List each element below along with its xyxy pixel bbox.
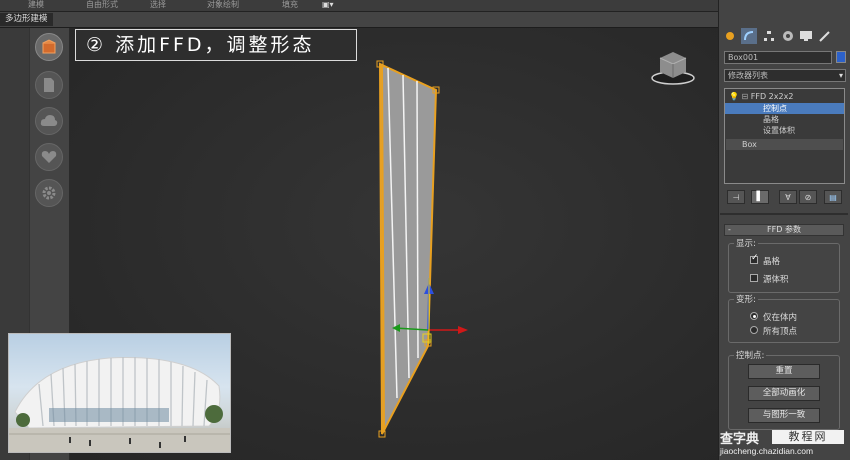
show-end-result-icon[interactable]: ▌	[751, 190, 769, 204]
motion-icon[interactable]	[780, 28, 796, 44]
heart-icon[interactable]	[35, 143, 63, 171]
ffd-panel-object[interactable]	[376, 60, 440, 438]
display-group-title: 显示:	[734, 237, 758, 249]
control-points-group-title: 控制点:	[734, 349, 767, 361]
reset-button[interactable]: 重置	[748, 364, 820, 379]
lightbulb-icon[interactable]: 💡	[729, 92, 739, 101]
rollout-title: FFD 参数	[767, 225, 801, 234]
tab-selection[interactable]: 选择	[150, 0, 166, 9]
inside-volume-label: 仅在体内	[763, 313, 798, 323]
pin-stack-icon[interactable]: ⊣	[727, 190, 745, 204]
display-group	[728, 243, 840, 293]
lattice-label: 晶格	[763, 257, 781, 267]
tab-freeform[interactable]: 自由形式	[86, 0, 118, 9]
viewcube-icon[interactable]	[651, 52, 695, 85]
stadium-reference-photo	[8, 333, 231, 453]
all-vertices-label: 所有顶点	[763, 327, 798, 337]
collapse-icon[interactable]: ⊟	[742, 92, 749, 101]
make-unique-icon[interactable]: ∀	[779, 190, 797, 204]
lattice-checkbox[interactable]: ✓	[750, 253, 759, 264]
collapse-rollout-icon: -	[728, 225, 731, 234]
conform-to-shape-button[interactable]: 与图形一致	[748, 408, 820, 423]
stack-item-control-points[interactable]: 控制点	[725, 103, 844, 114]
display-icon[interactable]	[798, 28, 814, 44]
polygon-modeling-label[interactable]: 多边形建模	[0, 13, 53, 26]
tab-populate[interactable]: 填充	[282, 0, 298, 9]
source-volume-checkbox[interactable]	[750, 274, 758, 282]
all-vertices-radio[interactable]	[750, 326, 758, 334]
teapot-icon[interactable]	[35, 33, 63, 61]
stack-item-box[interactable]: Box	[726, 139, 843, 150]
check-icon: ✓	[751, 253, 759, 263]
panel-divider	[720, 213, 848, 215]
cloud-icon[interactable]	[35, 107, 63, 135]
sun-icon[interactable]	[722, 28, 738, 44]
watermark-brand: 查字典	[720, 432, 760, 447]
utilities-icon[interactable]	[817, 28, 833, 44]
modifier-stack[interactable]: 💡 ⊟ FFD 2x2x2 控制点 晶格 设置体积 Box	[724, 88, 845, 184]
watermark-url: jiaocheng.chazidian.com	[720, 446, 814, 456]
stack-item-set-volume[interactable]: 设置体积	[725, 125, 844, 136]
modify-tab-icon[interactable]	[741, 28, 757, 44]
remove-modifier-icon[interactable]: ⊘	[799, 190, 817, 204]
stack-item-lattice[interactable]: 晶格	[725, 114, 844, 125]
chevron-down-icon: ▾	[838, 71, 843, 80]
ffd-parameters-rollout[interactable]: - FFD 参数	[724, 224, 844, 236]
ribbon-tab-bar: 建模 自由形式 选择 对象绘制 填充 ▣▾	[0, 0, 718, 12]
inside-volume-radio[interactable]	[750, 312, 758, 320]
source-volume-label: 源体积	[763, 275, 789, 285]
tab-object-paint[interactable]: 对象绘制	[207, 0, 239, 9]
hierarchy-icon[interactable]	[761, 28, 777, 44]
tab-modeling[interactable]: 建模	[28, 0, 44, 9]
object-name-field[interactable]: Box001	[724, 51, 832, 64]
document-icon[interactable]	[35, 71, 63, 99]
animate-all-button[interactable]: 全部动画化	[748, 386, 820, 401]
modifier-list-dropdown[interactable]: 修改器列表 ▾	[724, 69, 846, 82]
stack-item-ffd-label: FFD 2x2x2	[750, 92, 794, 101]
stack-item-ffd[interactable]: 💡 ⊟ FFD 2x2x2	[725, 91, 844, 102]
site-watermark: 查字典 教程网 jiaocheng.chazidian.com	[718, 428, 850, 460]
gear-icon[interactable]	[35, 179, 63, 207]
ribbon-options-icon[interactable]: ▣▾	[322, 0, 334, 9]
configure-modifier-sets-icon[interactable]: ▤	[824, 190, 842, 204]
ribbon-panel-bar: 多边形建模	[0, 12, 718, 28]
deform-group-title: 变形:	[734, 293, 758, 305]
step-caption: ② 添加FFD，调整形态	[75, 29, 357, 61]
modifier-list-label: 修改器列表	[728, 71, 768, 80]
watermark-tag: 教程网	[772, 430, 844, 444]
object-color-swatch[interactable]	[836, 51, 846, 63]
